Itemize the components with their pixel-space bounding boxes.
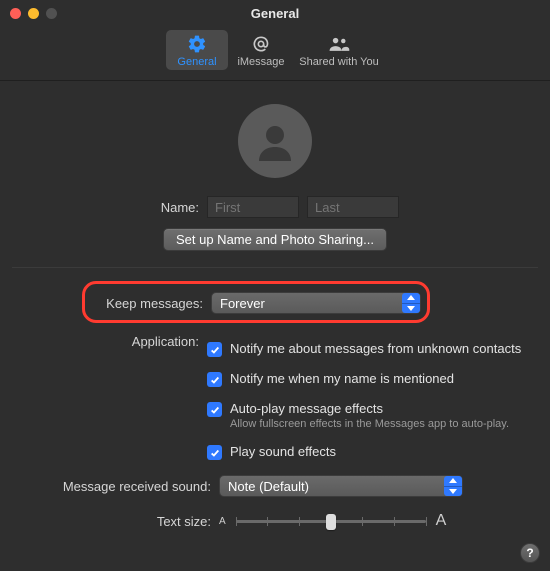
gear-icon [187, 34, 207, 54]
first-name-input[interactable] [207, 196, 299, 218]
small-a-icon: A [219, 516, 226, 527]
tab-label: Shared with You [299, 56, 379, 68]
checkbox-label: Notify me when my name is mentioned [230, 371, 454, 386]
tab-label: General [177, 56, 216, 68]
large-a-icon: A [436, 512, 447, 530]
toolbar: General iMessage Shared with You [0, 26, 550, 81]
play-sound-checkbox[interactable] [207, 445, 222, 460]
setup-sharing-button[interactable]: Set up Name and Photo Sharing... [163, 228, 387, 251]
notify-name-checkbox[interactable] [207, 372, 222, 387]
traffic-lights [10, 8, 57, 19]
keep-messages-select[interactable]: Forever [211, 292, 421, 314]
checkbox-subtext: Allow fullscreen effects in the Messages… [230, 418, 509, 430]
zoom-window-button[interactable] [46, 8, 57, 19]
checkbox-label: Auto-play message effects [230, 401, 509, 416]
checkbox-label: Notify me about messages from unknown co… [230, 341, 521, 356]
tab-shared-with-you[interactable]: Shared with You [294, 30, 384, 70]
autoplay-effects-checkbox[interactable] [207, 402, 222, 417]
chevron-up-down-icon [402, 293, 420, 313]
last-name-input[interactable] [307, 196, 399, 218]
application-label: Application: [12, 334, 207, 349]
text-size-label: Text size: [12, 514, 219, 529]
tab-label: iMessage [237, 56, 284, 68]
text-size-slider[interactable] [236, 511, 426, 531]
close-window-button[interactable] [10, 8, 21, 19]
tab-imessage[interactable]: iMessage [230, 30, 292, 70]
notify-unknown-checkbox[interactable] [207, 342, 222, 357]
at-icon [251, 34, 271, 54]
name-label: Name: [12, 200, 207, 215]
sound-label: Message received sound: [12, 479, 219, 494]
window-title: General [0, 6, 550, 21]
people-icon [327, 34, 351, 54]
select-value: Note (Default) [228, 479, 309, 494]
sound-select[interactable]: Note (Default) [219, 475, 463, 497]
keep-messages-label: Keep messages: [16, 296, 211, 311]
avatar[interactable] [238, 104, 312, 178]
select-value: Forever [220, 296, 265, 311]
divider [12, 267, 538, 268]
help-button[interactable]: ? [520, 543, 540, 563]
tab-general[interactable]: General [166, 30, 228, 70]
checkbox-label: Play sound effects [230, 444, 336, 459]
titlebar: General [0, 0, 550, 26]
chevron-up-down-icon [444, 476, 462, 496]
minimize-window-button[interactable] [28, 8, 39, 19]
